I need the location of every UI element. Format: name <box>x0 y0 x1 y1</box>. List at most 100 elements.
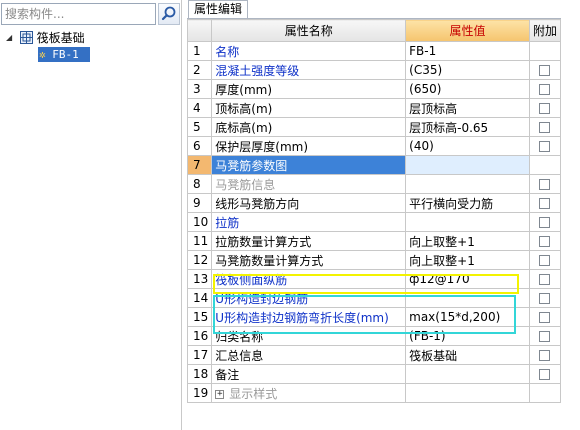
property-name-label: 线形马凳筋方向 <box>215 196 300 211</box>
extra-checkbox[interactable] <box>539 141 551 152</box>
property-value-field[interactable]: 向上取整+1 <box>405 231 530 251</box>
property-name[interactable]: 筏板侧面纵筋 <box>211 269 407 289</box>
property-name-label: 马凳筋信息 <box>215 177 276 192</box>
property-name-label: 顶标高(m) <box>215 101 273 116</box>
extra-checkbox[interactable] <box>539 198 551 209</box>
search-button[interactable] <box>158 3 180 25</box>
property-name[interactable]: 汇总信息 <box>211 345 407 365</box>
table-row[interactable]: 14 U形构造封边钢筋 <box>186 288 562 308</box>
tree-node-raft-foundation[interactable]: ◢ 筏板基础 <box>6 30 85 46</box>
extra-checkbox[interactable] <box>539 312 551 323</box>
property-value-field[interactable] <box>405 155 530 175</box>
property-value-field[interactable]: (40) <box>405 136 530 156</box>
property-name[interactable]: U形构造封边钢筋弯折长度(mm) <box>211 307 407 327</box>
table-row[interactable]: 5 底标高(m) 层顶标高-0.65 <box>186 117 562 137</box>
property-value-field[interactable]: (C35) <box>405 60 530 80</box>
property-value-field[interactable] <box>405 364 530 384</box>
table-row[interactable]: 8 马凳筋信息 <box>186 174 562 194</box>
extra-checkbox[interactable] <box>539 84 551 95</box>
property-editor-panel: 属性编辑 属性名称 属性值 附加 1 名称 FB-1 2 混凝土强度等级 (C35) 3 厚度… <box>185 0 580 430</box>
property-name[interactable]: 保护层厚度(mm) <box>211 136 407 156</box>
tree-node-fb-1[interactable]: ✲ FB-1 <box>38 47 90 62</box>
property-name[interactable]: 拉筋数量计算方式 <box>211 231 407 251</box>
extra-checkbox[interactable] <box>539 293 551 304</box>
property-name[interactable]: 名称 <box>211 41 407 61</box>
property-name[interactable]: 马凳筋信息 <box>211 174 407 194</box>
property-name[interactable]: 厚度(mm) <box>211 79 407 99</box>
property-name[interactable]: 线形马凳筋方向 <box>211 193 407 213</box>
search-input[interactable]: 搜索构件... <box>1 3 156 25</box>
property-name[interactable]: 归类名称 <box>211 326 407 346</box>
extra-cell <box>528 288 562 308</box>
property-value-field[interactable] <box>405 383 530 403</box>
property-value-field[interactable]: max(15*d,200) <box>405 307 530 327</box>
property-name[interactable]: + 显示样式 <box>211 383 407 403</box>
table-row[interactable]: 18 备注 <box>186 364 562 384</box>
property-value-field[interactable]: FB-1 <box>405 41 530 61</box>
table-row[interactable]: 9 线形马凳筋方向 平行横向受力筋 <box>186 193 562 213</box>
extra-cell <box>528 98 562 118</box>
property-name[interactable]: U形构造封边钢筋 <box>211 288 407 308</box>
extra-cell <box>528 231 562 251</box>
property-name[interactable]: 备注 <box>211 364 407 384</box>
extra-cell <box>528 212 562 232</box>
property-name-label: 混凝土强度等级 <box>215 63 300 78</box>
table-row[interactable]: 7 马凳筋参数图 <box>186 155 562 175</box>
table-row[interactable]: 2 混凝土强度等级 (C35) <box>186 60 562 80</box>
tab-property-edit[interactable]: 属性编辑 <box>188 0 249 18</box>
table-row[interactable]: 13 筏板侧面纵筋 ф12@170 <box>186 269 562 289</box>
property-name-label: 马凳筋数量计算方式 <box>215 253 324 268</box>
property-value-field[interactable]: 层顶标高-0.65 <box>405 117 530 137</box>
property-name-label: 拉筋 <box>215 215 240 230</box>
property-value-field[interactable]: (650) <box>405 79 530 99</box>
table-row[interactable]: 10 拉筋 <box>186 212 562 232</box>
extra-checkbox[interactable] <box>539 217 551 228</box>
property-name[interactable]: 顶标高(m) <box>211 98 407 118</box>
property-value-field[interactable]: ф12@170 <box>405 269 530 289</box>
extra-cell <box>528 307 562 327</box>
property-name-label: 底标高(m) <box>215 120 273 135</box>
property-name-label: 归类名称 <box>215 329 264 344</box>
extra-checkbox[interactable] <box>539 350 551 361</box>
extra-checkbox[interactable] <box>539 369 551 380</box>
table-row[interactable]: 6 保护层厚度(mm) (40) <box>186 136 562 156</box>
property-name-label: 拉筋数量计算方式 <box>215 234 312 249</box>
property-value-field[interactable]: (FB-1) <box>405 326 530 346</box>
property-value-field[interactable]: 筏板基础 <box>405 345 530 365</box>
extra-checkbox[interactable] <box>539 331 551 342</box>
property-value-field[interactable] <box>405 212 530 232</box>
extra-checkbox[interactable] <box>539 274 551 285</box>
property-value-field[interactable]: 向上取整+1 <box>405 250 530 270</box>
table-row[interactable]: 1 名称 FB-1 <box>186 41 562 61</box>
property-name[interactable]: 马凳筋数量计算方式 <box>211 250 407 270</box>
property-value-field[interactable] <box>405 174 530 194</box>
property-value-field[interactable]: 层顶标高 <box>405 98 530 118</box>
table-row[interactable]: 15 U形构造封边钢筋弯折长度(mm) max(15*d,200) <box>186 307 562 327</box>
table-row[interactable]: 3 厚度(mm) (650) <box>186 79 562 99</box>
component-tree-panel: 搜索构件... ◢ 筏板基础 ✲ FB-1 <box>0 0 182 430</box>
table-row[interactable]: 16 归类名称 (FB-1) <box>186 326 562 346</box>
extra-checkbox[interactable] <box>539 179 551 190</box>
extra-checkbox[interactable] <box>539 65 551 76</box>
extra-cell <box>528 383 562 403</box>
expand-icon[interactable]: + <box>215 389 225 399</box>
property-name[interactable]: 底标高(m) <box>211 117 407 137</box>
table-row[interactable]: 11 拉筋数量计算方式 向上取整+1 <box>186 231 562 251</box>
collapse-arrow-icon[interactable]: ◢ <box>6 30 16 46</box>
row-index: 19 <box>186 383 213 403</box>
property-name[interactable]: 混凝土强度等级 <box>211 60 407 80</box>
table-row[interactable]: 4 顶标高(m) 层顶标高 <box>186 98 562 118</box>
property-value-field[interactable] <box>405 288 530 308</box>
property-value-field[interactable]: 平行横向受力筋 <box>405 193 530 213</box>
extra-cell <box>528 345 562 365</box>
extra-checkbox[interactable] <box>539 255 551 266</box>
property-name[interactable]: 马凳筋参数图 <box>211 155 407 175</box>
table-row[interactable]: 19 + 显示样式 <box>186 383 562 403</box>
extra-cell <box>528 269 562 289</box>
table-row[interactable]: 17 汇总信息 筏板基础 <box>186 345 562 365</box>
property-name[interactable]: 拉筋 <box>211 212 407 232</box>
extra-checkbox[interactable] <box>539 236 551 247</box>
extra-checkbox[interactable] <box>539 103 551 114</box>
extra-checkbox[interactable] <box>539 122 551 133</box>
table-row[interactable]: 12 马凳筋数量计算方式 向上取整+1 <box>186 250 562 270</box>
